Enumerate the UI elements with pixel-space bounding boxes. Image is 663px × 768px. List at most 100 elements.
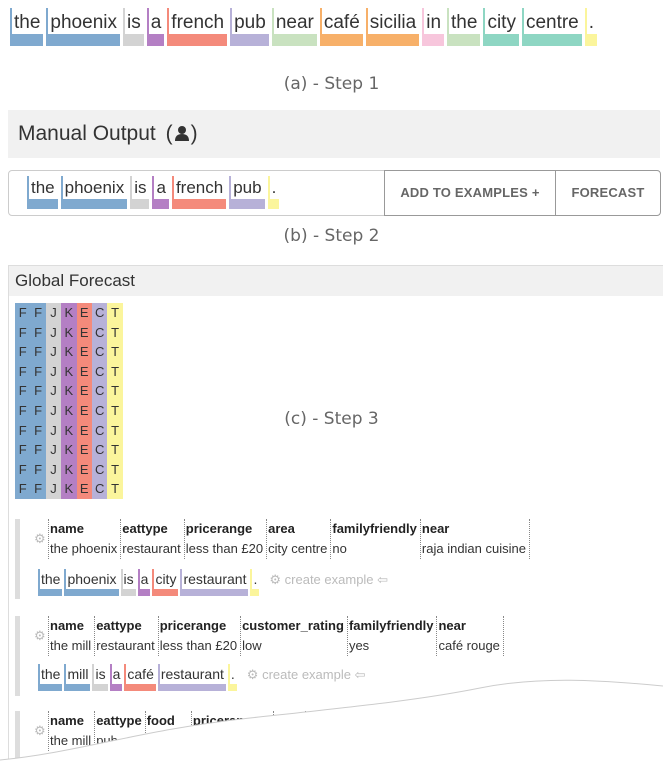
forecast-cell: T <box>107 322 123 343</box>
forecast-cell: E <box>76 342 92 362</box>
forecast-cell: T <box>107 303 123 323</box>
forecast-cell: F <box>30 342 46 362</box>
field-column: area city centre <box>267 519 332 559</box>
forecast-cell: F <box>15 381 31 401</box>
field-column: eattype restaurant <box>121 519 185 559</box>
manual-output-header: Manual Output () <box>8 110 660 158</box>
field-key: customer_rating <box>242 618 344 633</box>
forecast-cell: J <box>45 303 62 323</box>
field-key: name <box>50 618 84 633</box>
forecast-row: FFJKECT <box>15 342 123 362</box>
token: phoenix <box>46 8 120 46</box>
token[interactable]: is <box>130 176 150 209</box>
forecast-cell: C <box>91 381 108 401</box>
step3-caption: (c) - Step 3 <box>284 409 379 429</box>
forecast-cell: C <box>91 342 108 362</box>
gears-icon: ⚙ <box>34 628 46 643</box>
forecast-cell: E <box>76 303 92 323</box>
user-icon: () <box>165 122 198 146</box>
field-key: pricerange <box>185 521 253 536</box>
field-key: name <box>50 521 84 536</box>
step1-token-row: the phoenix is a french pub near café sicilia in t… <box>10 8 598 46</box>
token: the <box>38 569 63 596</box>
forecast-cell: E <box>76 479 92 499</box>
forecast-cell: J <box>45 459 62 480</box>
token[interactable]: the <box>27 176 58 209</box>
token: phoenix <box>64 569 119 596</box>
token: a <box>137 569 151 596</box>
manual-output-box[interactable]: the phoenix is a french pub. ADD TO EXAMPLES … <box>8 170 661 216</box>
field-value: restaurant <box>96 638 155 653</box>
create-example-link[interactable]: ⚙ create example ⇦ <box>269 569 388 588</box>
token[interactable]: a <box>152 176 170 209</box>
forecast-row: FFJKECT <box>15 303 123 323</box>
forecast-cell: E <box>76 459 92 480</box>
field-key: eattype <box>96 618 142 633</box>
token[interactable]: french <box>171 176 227 209</box>
step1-caption: (a) - Step 1 <box>283 74 380 94</box>
token: sicilia <box>365 8 420 46</box>
field-value: less than £20 <box>159 638 238 653</box>
field-column: customer_rating low <box>241 616 348 656</box>
token[interactable]: . <box>267 176 280 209</box>
forecast-row: FFJKECT <box>15 459 123 480</box>
example-token-row: the phoenix is a city restaurant. ⚙ create exa… <box>38 569 388 596</box>
field-column: name the phoenix <box>48 519 122 559</box>
token: café <box>319 8 363 46</box>
field-key: area <box>268 521 295 536</box>
forecast-cell: T <box>107 381 123 401</box>
forecast-cell: K <box>61 440 77 460</box>
forecast-cell: F <box>30 381 46 401</box>
token: city <box>152 569 179 596</box>
token: french <box>167 8 227 46</box>
forecast-row: FFJKECT <box>15 479 123 499</box>
create-example-label: create example ⇦ <box>284 572 389 587</box>
token[interactable]: phoenix <box>60 176 128 209</box>
forecast-cell: K <box>61 459 77 480</box>
field-value: raja indian cuisine <box>421 541 526 556</box>
forecast-row: FFJKECT <box>15 440 123 460</box>
forecast-row: FFJKECT <box>15 361 123 382</box>
forecast-cell: T <box>107 459 123 480</box>
field-column: eattype restaurant <box>95 616 159 656</box>
field-column: familyfriendly yes <box>348 616 438 656</box>
forecast-cell: J <box>45 361 62 382</box>
forecast-cell: T <box>107 479 123 499</box>
field-column: near café rouge <box>437 616 504 656</box>
forecast-button[interactable]: FORECAST <box>555 170 661 216</box>
field-column: pricerange less than £20 <box>185 519 268 559</box>
field-key: pricerange <box>159 618 227 633</box>
token: near <box>271 8 317 46</box>
manual-token-row[interactable]: the phoenix is a french pub. <box>27 176 280 209</box>
forecast-cell: F <box>15 322 31 343</box>
global-forecast-title: Global Forecast <box>9 266 663 296</box>
example-fields: name the phoenix eattype restaurant priceran… <box>48 519 530 559</box>
torn-edge <box>0 679 663 768</box>
field-key: near <box>421 521 450 536</box>
forecast-cell: F <box>30 440 46 460</box>
forecast-cell: F <box>15 342 31 362</box>
token: centre <box>521 8 582 46</box>
forecast-cell: E <box>76 440 92 460</box>
token: a <box>146 8 165 46</box>
field-key: familyfriendly <box>348 618 434 633</box>
field-key: familyfriendly <box>332 521 417 536</box>
field-key: near <box>438 618 466 633</box>
field-column: name the mill <box>48 616 96 656</box>
forecast-cell: F <box>30 479 46 499</box>
add-to-examples-button[interactable]: ADD TO EXAMPLES + <box>384 170 556 216</box>
forecast-cell: K <box>61 479 77 499</box>
forecast-cell: J <box>45 322 62 343</box>
forecast-cell: J <box>45 381 62 401</box>
token: is <box>122 8 144 46</box>
field-value: city centre <box>268 541 328 556</box>
token: the <box>10 8 44 46</box>
token: pub <box>230 8 269 46</box>
forecast-cell: E <box>76 322 92 343</box>
forecast-cell: F <box>30 322 46 343</box>
forecast-cell: F <box>15 303 31 323</box>
forecast-cell: F <box>15 479 31 499</box>
field-value: less than £20 <box>185 541 264 556</box>
token[interactable]: pub <box>229 176 265 209</box>
field-value: yes <box>348 638 370 653</box>
